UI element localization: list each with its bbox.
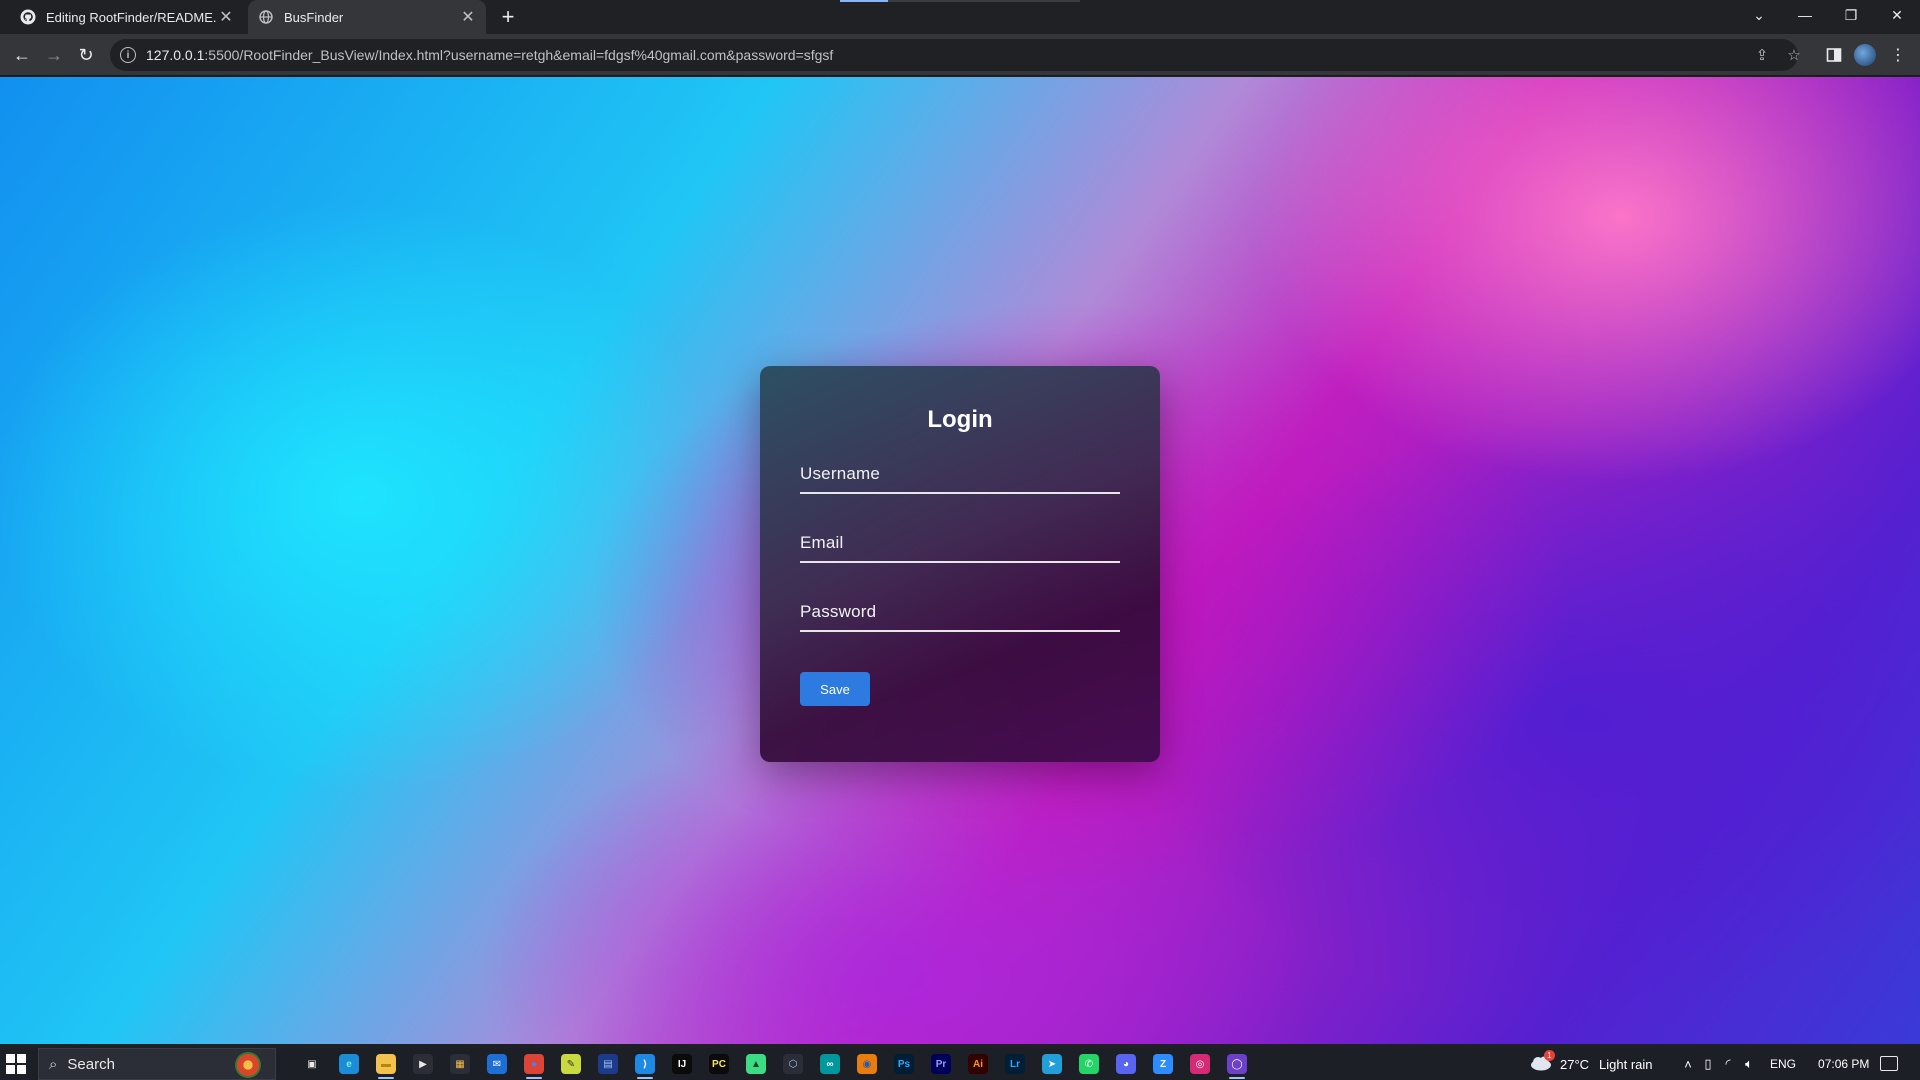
volume-icon[interactable]: 🔈︎ (1738, 1056, 1760, 1072)
edge-icon[interactable]: e (339, 1054, 359, 1074)
search-icon: ⌕ (49, 1055, 58, 1073)
browser-tab-strip: Editing RootFinder/README.md ✕ BusFinder… (0, 0, 1920, 34)
tab-title: BusFinder (284, 9, 344, 25)
tab-busfinder[interactable]: BusFinder ✕ (248, 0, 486, 34)
github-desktop-icon[interactable]: ◯ (1227, 1054, 1247, 1079)
tab-search-icon[interactable]: ⌄ (1736, 0, 1782, 30)
password-placeholder: Password (800, 602, 877, 621)
close-tab-icon[interactable]: ✕ (458, 7, 478, 27)
tab-editing-readme[interactable]: Editing RootFinder/README.md ✕ (12, 0, 244, 34)
taskbar-search-box[interactable]: ⌕ Search (38, 1048, 276, 1080)
task-view-icon[interactable]: ▣ (302, 1054, 322, 1074)
restore-icon[interactable]: ❐ (1828, 0, 1874, 30)
notifications-icon[interactable] (1880, 1056, 1898, 1071)
username-input[interactable]: Username (800, 458, 1120, 494)
browser-toolbar: ← → ↻ i 127.0.0.1:5500/RootFinder_BusVie… (0, 34, 1920, 76)
side-panel-icon[interactable] (1822, 43, 1846, 67)
show-hidden-icons-icon[interactable]: ˄ (1678, 1057, 1698, 1072)
android-studio-icon[interactable]: ▲ (746, 1054, 766, 1074)
telegram-icon[interactable]: ➤ (1042, 1054, 1062, 1074)
search-highlight-icon[interactable] (235, 1052, 261, 1078)
instagram-icon[interactable]: ◎ (1190, 1054, 1210, 1074)
profile-avatar[interactable] (1854, 44, 1876, 66)
login-title: Login (927, 406, 993, 433)
menu-icon[interactable]: ⋮ (1886, 43, 1910, 67)
pycharm-icon[interactable]: PC (709, 1054, 729, 1074)
mail-icon[interactable]: ✉ (487, 1054, 507, 1074)
email-placeholder: Email (800, 533, 844, 552)
windows-start-icon[interactable] (6, 1054, 26, 1074)
new-tab-button[interactable]: + (496, 6, 520, 30)
tab-title: Editing RootFinder/README.md (46, 9, 216, 25)
whatsapp-icon[interactable]: ✆ (1079, 1054, 1099, 1074)
file-explorer-icon[interactable]: ▬ (376, 1054, 396, 1079)
close-tab-icon[interactable]: ✕ (216, 7, 236, 27)
url-text[interactable]: 127.0.0.1:5500/RootFinder_BusView/Index.… (146, 47, 833, 63)
email-input[interactable]: Email (800, 527, 1120, 563)
intellij-icon[interactable]: IJ (672, 1054, 692, 1074)
weather-alert-badge: 1 (1544, 1050, 1555, 1061)
language-indicator[interactable]: ENG (1770, 1057, 1796, 1071)
forward-icon[interactable]: → (42, 43, 66, 67)
battery-icon[interactable]: ▯ (1698, 1056, 1718, 1072)
arduino-icon[interactable]: ∞ (820, 1054, 840, 1074)
discord-icon[interactable]: ◕ (1116, 1054, 1136, 1074)
wifi-icon[interactable]: ◜ (1718, 1056, 1738, 1072)
close-window-icon[interactable]: ✕ (1874, 0, 1920, 30)
media-player-icon[interactable]: ▶ (413, 1054, 433, 1074)
minimize-icon[interactable]: — (1782, 0, 1828, 30)
loading-indicator (840, 0, 1080, 2)
search-label: Search (67, 1055, 115, 1073)
save-button[interactable]: Save (800, 672, 870, 706)
system-tray: ˄ ▯ ◜ 🔈︎ ENG 07:06 PM (1678, 1048, 1869, 1080)
zoom-icon[interactable]: Z (1153, 1054, 1173, 1074)
cloud-rain-icon: 1 (1530, 1050, 1555, 1073)
clock[interactable]: 07:06 PM (1818, 1057, 1869, 1071)
chrome-icon[interactable]: ● (524, 1054, 544, 1079)
site-info-icon[interactable]: i (120, 47, 136, 63)
back-icon[interactable]: ← (10, 43, 34, 67)
weather-widget[interactable]: 1 27°C Light rain (1530, 1048, 1653, 1080)
weather-temperature: 27°C (1560, 1056, 1590, 1072)
lightroom-icon[interactable]: Lr (1005, 1054, 1025, 1074)
password-input[interactable]: Password (800, 596, 1120, 632)
address-bar[interactable]: i 127.0.0.1:5500/RootFinder_BusView/Inde… (110, 39, 1801, 71)
username-placeholder: Username (800, 464, 881, 483)
blender-icon[interactable]: ◉ (857, 1054, 877, 1074)
bookmark-star-icon[interactable]: ☆ (1780, 39, 1808, 71)
reload-icon[interactable]: ↻ (74, 43, 98, 67)
store-icon[interactable]: ▦ (450, 1054, 470, 1074)
windows-taskbar: ⌕ Search ▣ e ▬ ▶ ▦ ✉ ● ✎ ▤ ⟩ IJ PC ▲ ⬡ ∞ ◉ Ps Pr Ai Lr ➤ ✆ ◕ Z ◎… (0, 1048, 1920, 1080)
globe-icon (258, 9, 274, 25)
page-background: Login Username Email Password Save (0, 77, 1920, 1044)
weather-description: Light rain (1599, 1056, 1653, 1072)
vscode-icon[interactable]: ⟩ (635, 1054, 655, 1079)
photoshop-icon[interactable]: Ps (894, 1054, 914, 1074)
illustrator-icon[interactable]: Ai (968, 1054, 988, 1074)
share-icon[interactable]: ⇪ (1748, 39, 1776, 71)
premiere-icon[interactable]: Pr (931, 1054, 951, 1074)
visual-studio-icon[interactable]: ▤ (598, 1054, 618, 1074)
notepad-icon[interactable]: ✎ (561, 1054, 581, 1074)
github-icon (20, 9, 36, 25)
login-card: Login Username Email Password Save (760, 366, 1160, 762)
virtualbox-icon[interactable]: ⬡ (783, 1054, 803, 1074)
